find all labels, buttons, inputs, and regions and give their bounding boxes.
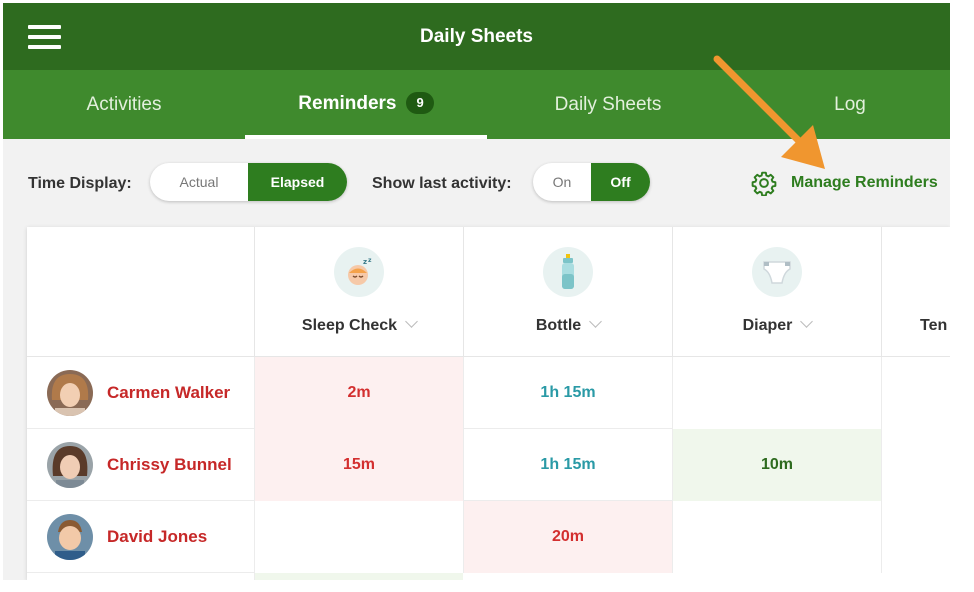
reminder-cell[interactable]: 20m (463, 501, 672, 573)
svg-text:z: z (368, 257, 372, 264)
time-display-actual[interactable]: Actual (150, 163, 248, 201)
chevron-down-icon (405, 315, 418, 328)
tab-bar: Activities Reminders 9 Daily Sheets Log (3, 70, 950, 139)
reminder-cell[interactable] (881, 429, 950, 501)
time-display-label: Time Display: (28, 175, 132, 192)
tab-label: Log (834, 94, 866, 115)
reminder-cell[interactable] (672, 357, 881, 429)
column-label: Bottle (535, 317, 582, 334)
column-header-temperature: Ten (881, 227, 950, 357)
child-name: Chrissy Bunnel (107, 455, 232, 474)
reminders-table: z z Sleep Check Bottle Diaper Ten Carmen… (27, 227, 950, 580)
chevron-down-icon (589, 315, 603, 328)
column-sort-diaper[interactable]: Diaper (673, 315, 881, 335)
reminder-cell[interactable]: 1h 15m (463, 357, 672, 429)
column-label: Diaper (742, 317, 793, 334)
controls-bar: Time Display: Actual Elapsed Show last a… (3, 139, 950, 227)
reminder-cell[interactable]: 2m (254, 357, 463, 429)
reminders-count-badge: 9 (406, 92, 434, 114)
table-corner (27, 227, 254, 357)
avatar (47, 514, 93, 560)
reminder-cell[interactable] (254, 501, 463, 573)
column-label: Ten (920, 317, 948, 334)
child-name: David Jones (107, 527, 208, 546)
reminder-cell[interactable] (881, 357, 950, 429)
show-last-activity-toggle: On Off (533, 163, 650, 201)
manage-reminders-link[interactable]: Manage Reminders (751, 170, 938, 196)
child-name-cell[interactable]: Carmen Walker (27, 357, 254, 429)
child-name-cell[interactable]: David Jones (27, 501, 254, 573)
reminder-cell[interactable]: 15m (254, 429, 463, 501)
table-row: David Jones 20m (27, 501, 950, 573)
diaper-icon (752, 247, 802, 297)
tab-label: Activities (86, 94, 162, 115)
column-label: Sleep Check (301, 317, 398, 334)
reminder-cell (254, 573, 463, 580)
table-row-partial (27, 573, 950, 580)
show-last-off[interactable]: Off (591, 163, 650, 201)
baby-bottle-icon (543, 247, 593, 297)
menu-icon[interactable] (28, 25, 61, 49)
column-header-sleep-check: z z Sleep Check (254, 227, 463, 357)
table-row: Chrissy Bunnel 15m 1h 15m 10m (27, 429, 950, 501)
time-display-elapsed[interactable]: Elapsed (248, 163, 347, 201)
svg-text:z: z (363, 258, 367, 266)
tab-reminders[interactable]: Reminders 9 (245, 70, 487, 139)
tab-log[interactable]: Log (729, 70, 950, 139)
top-bar: Daily Sheets (3, 3, 950, 70)
tab-daily-sheets[interactable]: Daily Sheets (487, 70, 729, 139)
tab-activities[interactable]: Activities (3, 70, 245, 139)
column-sort-bottle[interactable]: Bottle (464, 315, 672, 335)
show-last-on[interactable]: On (533, 163, 591, 201)
tab-label: Reminders (298, 93, 397, 114)
column-sort-temperature[interactable]: Ten (920, 317, 947, 335)
reminder-cell[interactable] (881, 501, 950, 573)
reminder-cell[interactable] (672, 501, 881, 573)
column-header-diaper: Diaper (672, 227, 881, 357)
column-sort-sleep-check[interactable]: Sleep Check (255, 315, 463, 335)
avatar (47, 442, 93, 488)
time-display-toggle: Actual Elapsed (150, 163, 347, 201)
gear-icon (751, 171, 777, 196)
child-name-cell[interactable]: Chrissy Bunnel (27, 429, 254, 501)
tab-label: Daily Sheets (554, 94, 662, 115)
table-row: Carmen Walker 2m 1h 15m (27, 357, 950, 429)
chevron-down-icon (800, 315, 814, 328)
app-title: Daily Sheets (420, 26, 533, 47)
avatar (47, 370, 93, 416)
child-name: Carmen Walker (107, 383, 231, 402)
reminder-cell[interactable]: 1h 15m (463, 429, 672, 501)
sleeping-baby-icon: z z (334, 247, 384, 297)
reminder-cell[interactable]: 10m (672, 429, 881, 501)
column-header-bottle: Bottle (463, 227, 672, 357)
app-frame: Daily Sheets Activities Reminders 9 Daily… (3, 3, 950, 580)
manage-reminders-label: Manage Reminders (791, 174, 938, 191)
show-last-activity-label: Show last activity: (372, 175, 512, 192)
